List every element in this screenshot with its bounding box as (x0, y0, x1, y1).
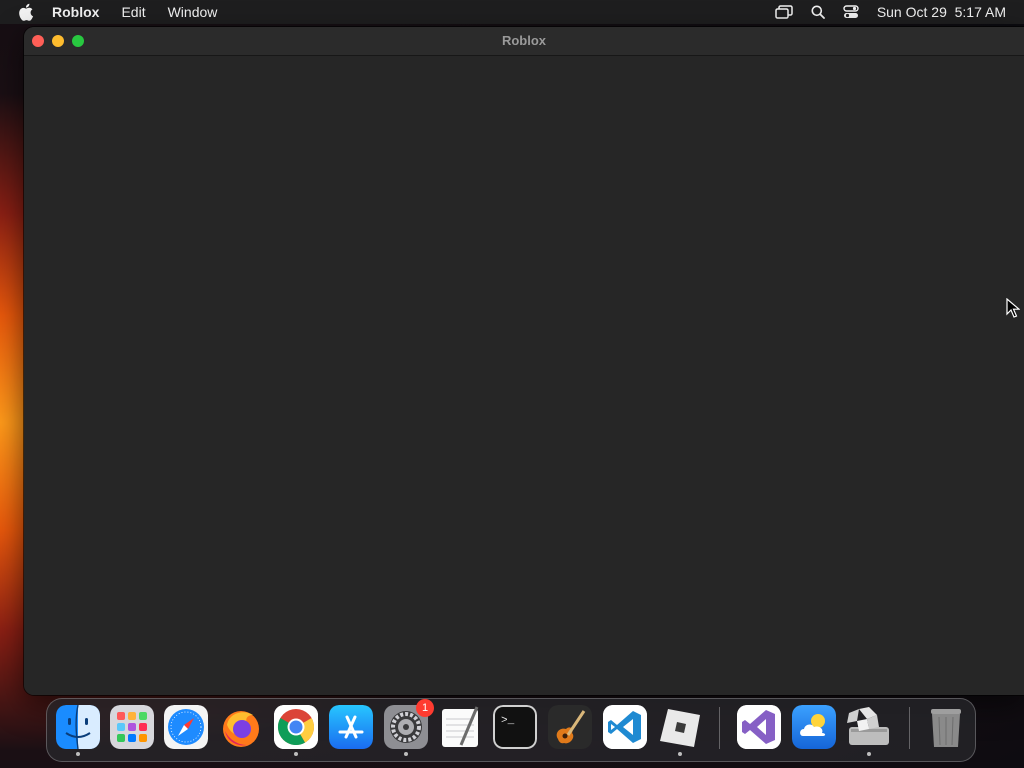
dock-item-vscode[interactable] (603, 705, 647, 749)
running-indicator (294, 752, 298, 756)
running-indicator (678, 752, 682, 756)
search-icon[interactable] (811, 5, 825, 19)
vscode-icon (603, 705, 647, 749)
bootcamp-icon (847, 705, 891, 749)
safari-icon (164, 705, 208, 749)
notification-badge: 1 (416, 699, 434, 717)
dock-item-weather[interactable] (792, 705, 836, 749)
app-menu[interactable]: Roblox (52, 4, 99, 20)
launchpad-icon (110, 705, 154, 749)
terminal-icon: >_ (493, 705, 537, 749)
window-menu[interactable]: Window (168, 4, 218, 20)
finder-icon (56, 705, 100, 749)
edit-menu[interactable]: Edit (121, 4, 145, 20)
mouse-cursor-icon (1006, 297, 1021, 323)
running-indicator (76, 752, 80, 756)
dock-separator (909, 707, 910, 749)
dock-item-terminal[interactable]: >_ (493, 705, 537, 749)
textedit-icon (439, 705, 483, 749)
svg-text:>_: >_ (501, 715, 515, 727)
trash-icon (924, 705, 968, 749)
garageband-icon (548, 705, 592, 749)
running-indicator (867, 752, 871, 756)
dock: 1 >_ (46, 698, 976, 762)
running-indicator (404, 752, 408, 756)
dock-item-visual-studio[interactable] (737, 705, 781, 749)
dock-item-launchpad[interactable] (110, 705, 154, 749)
menubar-clock[interactable]: Sun Oct 29 5:17 AM (877, 4, 1006, 20)
menu-bar: Roblox Edit Window Sun Oct 29 5:17 AM (0, 0, 1024, 24)
roblox-window: Roblox (24, 27, 1024, 695)
chrome-icon (274, 705, 318, 749)
dock-item-bootcamp[interactable] (847, 705, 891, 756)
visual-studio-icon (737, 705, 781, 749)
dock-item-firefox[interactable] (219, 705, 263, 749)
dock-item-roblox[interactable] (658, 705, 702, 756)
dock-item-textedit[interactable] (439, 705, 483, 749)
dock-item-garageband[interactable] (548, 705, 592, 749)
system-settings-icon: 1 (384, 699, 434, 749)
window-titlebar[interactable]: Roblox (24, 27, 1024, 56)
window-title: Roblox (501, 33, 547, 48)
dock-item-finder[interactable] (56, 705, 100, 756)
weather-icon (792, 705, 836, 749)
dock-item-system-settings[interactable]: 1 (384, 699, 434, 756)
roblox-icon (658, 705, 702, 749)
screen-mirroring-icon[interactable] (775, 5, 793, 19)
control-center-icon[interactable] (843, 5, 859, 19)
dock-item-app-store[interactable] (329, 705, 373, 749)
dock-item-trash[interactable] (924, 705, 968, 749)
window-content[interactable] (24, 56, 1024, 695)
app-store-icon (329, 705, 373, 749)
dock-item-safari[interactable] (164, 705, 208, 749)
firefox-icon (219, 705, 263, 749)
dock-item-chrome[interactable] (274, 705, 318, 756)
dock-separator (719, 707, 720, 749)
apple-menu-icon[interactable] (18, 3, 36, 21)
